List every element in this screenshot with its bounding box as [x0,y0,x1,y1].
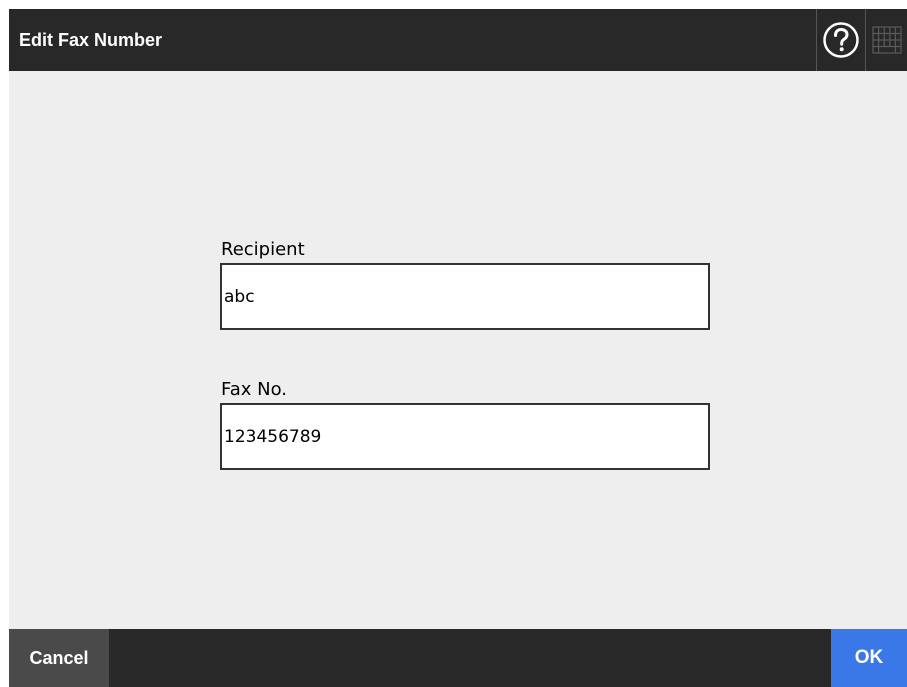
cancel-button[interactable]: Cancel [9,629,109,687]
recipient-label: Recipient [221,239,305,260]
recipient-input[interactable] [220,263,710,330]
fax-number-label: Fax No. [221,379,287,400]
keyboard-button[interactable] [865,9,907,71]
bottom-bar: Cancel OK [9,629,907,687]
title-bar: Edit Fax Number [9,9,907,71]
fax-number-input[interactable] [220,403,710,470]
fax-edit-screen: Edit Fax Number Recipient abc Fax No. 12… [9,9,907,687]
help-button[interactable] [816,9,865,71]
keyboard-icon [871,26,902,54]
question-circle-icon [823,22,859,58]
ok-button[interactable]: OK [831,629,907,687]
form-area: Recipient Fax No. [9,71,907,629]
page-title: Edit Fax Number [19,30,163,50]
